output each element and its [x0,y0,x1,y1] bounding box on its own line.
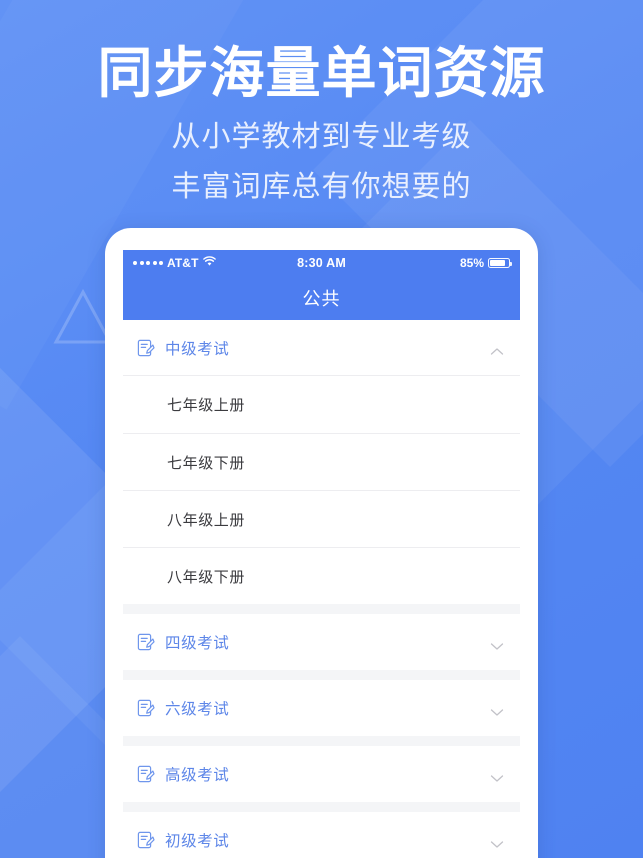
chevron-down-icon[interactable] [490,704,504,716]
note-edit-icon [137,339,155,357]
group-label: 中级考试 [165,339,230,358]
note-edit-icon [137,831,155,849]
status-bar-time: 8:30 AM [297,256,346,270]
group-header-cet4[interactable]: 四级考试 [123,614,520,670]
promo-banner: 同步海量单词资源 从小学教材到专业考级 丰富词库总有你想要的 AT&T 8:30… [0,0,643,858]
note-edit-icon [137,765,155,783]
wifi-icon [202,256,216,270]
carrier-label: AT&T [167,256,199,270]
list-item[interactable]: 七年级上册 [123,376,520,433]
group-label: 高级考试 [165,766,230,784]
list-group: 四级考试 [123,614,520,670]
list-group: 六级考试 [123,680,520,736]
promo-subtitle-line-1: 从小学教材到专业考级 [171,119,472,153]
chevron-down-icon[interactable] [490,638,504,650]
phone-screen: AT&T 8:30 AM 85% 公共 中级考试 七年级上册 七年级下册 八年级… [123,250,520,858]
list-item[interactable]: 七年级下册 [123,433,520,490]
group-sub-list: 七年级上册 七年级下册 八年级上册 八年级下册 [123,376,520,604]
note-edit-icon [137,699,155,717]
chevron-down-icon[interactable] [490,770,504,782]
status-bar-right: 85% [346,256,512,270]
group-header-beginner[interactable]: 初级考试 [123,812,520,858]
chevron-down-icon[interactable] [490,836,504,848]
headline-block: 同步海量单词资源 从小学教材到专业考级 丰富词库总有你想要的 [0,0,643,206]
group-header-advanced[interactable]: 高级考试 [123,746,520,802]
status-bar: AT&T 8:30 AM 85% [123,250,520,276]
list-group: 高级考试 [123,746,520,802]
list-item[interactable]: 八年级上册 [123,490,520,547]
group-header-intermediate[interactable]: 中级考试 [123,320,520,376]
signal-strength-icon [133,261,163,265]
chevron-up-icon[interactable] [490,343,504,355]
group-header-cet6[interactable]: 六级考试 [123,680,520,736]
list-item[interactable]: 八年级下册 [123,547,520,604]
group-label: 四级考试 [165,634,230,652]
promo-subtitle-line-2: 丰富词库总有你想要的 [171,169,472,203]
promo-title: 同步海量单词资源 [97,41,546,105]
group-label: 六级考试 [165,700,230,718]
phone-mockup: AT&T 8:30 AM 85% 公共 中级考试 七年级上册 七年级下册 八年级… [105,228,538,858]
category-list[interactable]: 中级考试 七年级上册 七年级下册 八年级上册 八年级下册 四级考试 六级考试 高… [123,320,520,858]
group-label: 初级考试 [165,832,230,850]
status-bar-left: AT&T [133,256,297,270]
page-title: 公共 [302,289,341,310]
battery-icon [488,258,512,268]
note-edit-icon [137,633,155,651]
list-group: 初级考试 [123,812,520,858]
list-group: 中级考试 七年级上册 七年级下册 八年级上册 八年级下册 [123,320,520,604]
navigation-bar: 公共 [123,276,520,320]
battery-percent-label: 85% [459,256,484,270]
